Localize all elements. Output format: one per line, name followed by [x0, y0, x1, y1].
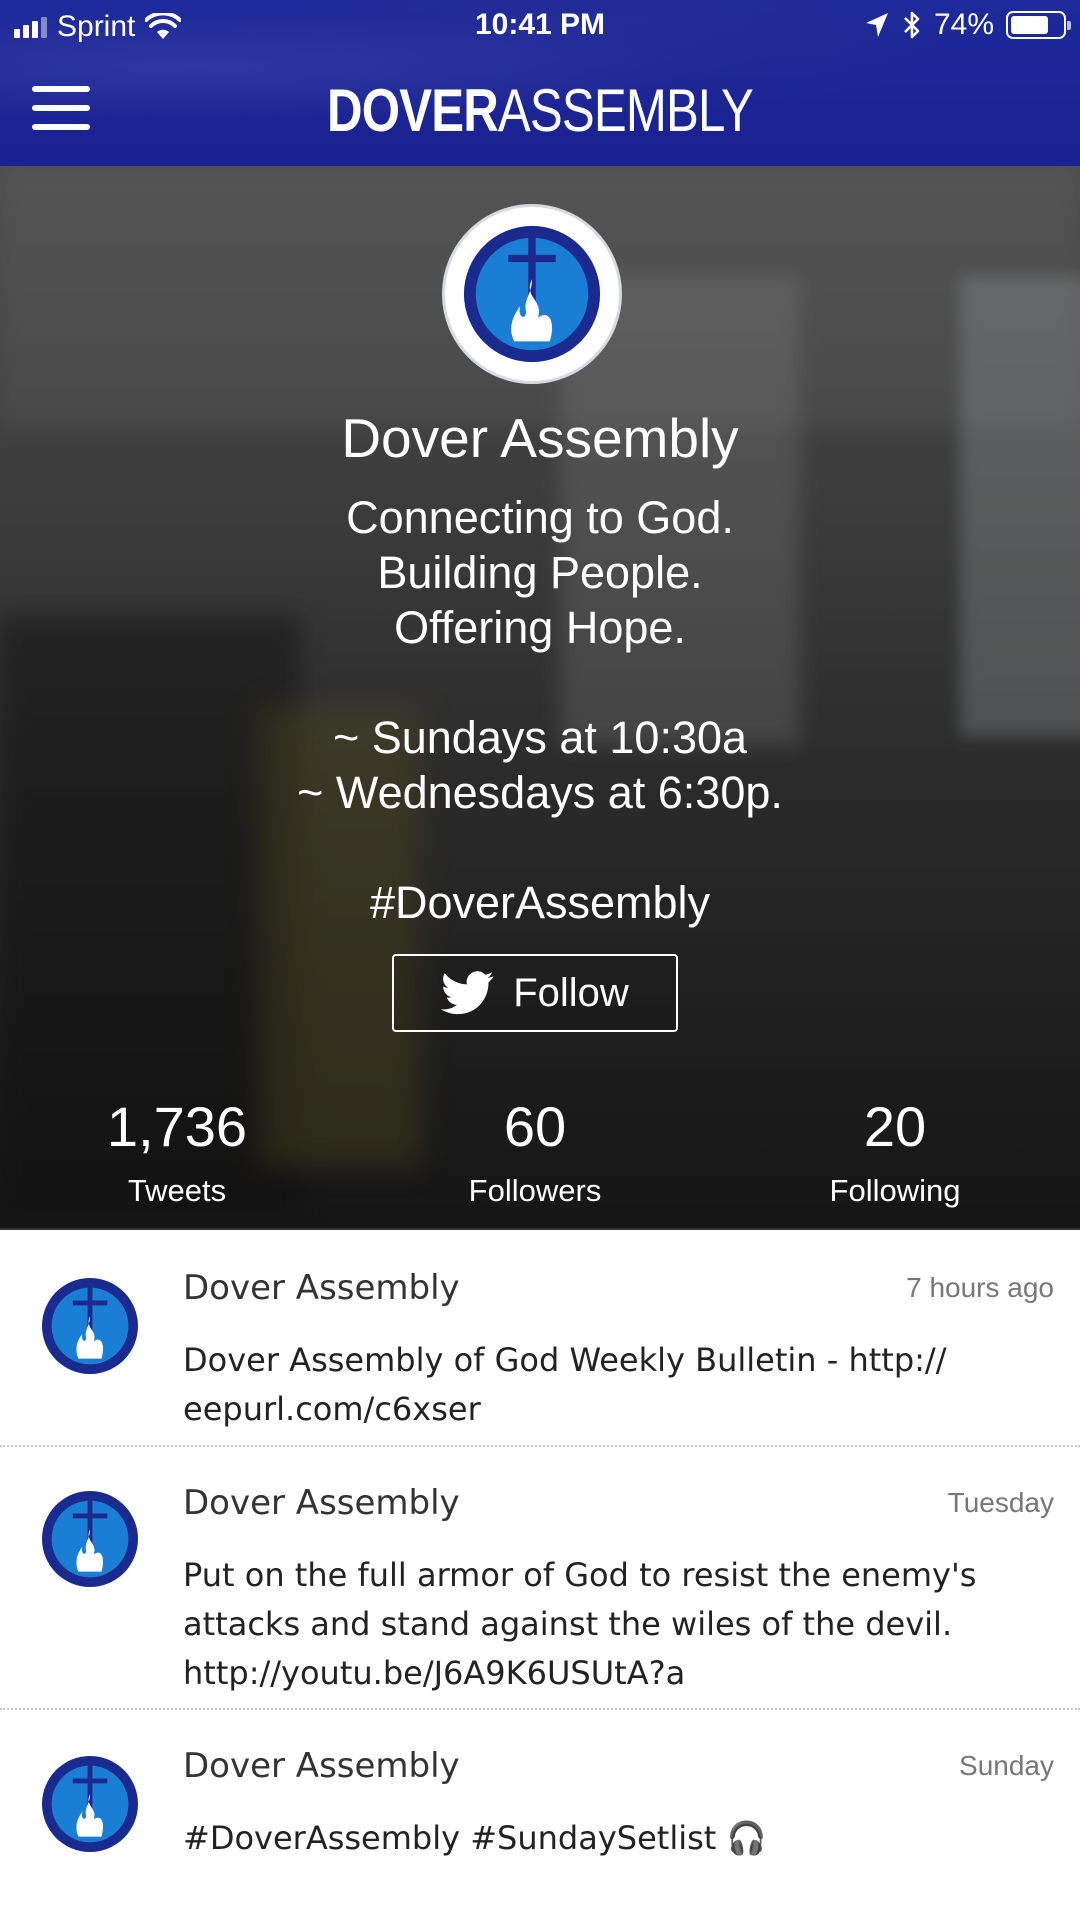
church-logo-icon	[43, 1492, 137, 1586]
tweet-author[interactable]: Dover Assembly	[183, 1268, 460, 1308]
stat-label: Following	[829, 1173, 961, 1208]
tweet-text-line[interactable]: Dover Assembly of God Weekly Bulletin - …	[183, 1336, 1043, 1385]
brand-bold: DOVER	[327, 77, 499, 144]
stat-label: Tweets	[127, 1173, 227, 1208]
location-icon	[865, 13, 888, 37]
tweet-time: Sunday	[959, 1750, 1054, 1781]
church-logo-icon	[463, 225, 601, 363]
battery-percent: 74%	[933, 8, 994, 41]
follow-label: Follow	[513, 970, 629, 1015]
profile-bio: Connecting to God. Building People. Offe…	[0, 490, 1080, 930]
tweet-author[interactable]: Dover Assembly	[183, 1483, 460, 1523]
tweet-text-line: Put on the full armor of God to resist t…	[183, 1556, 977, 1594]
profile-name: Dover Assembly	[341, 407, 739, 469]
tweet-author[interactable]: Dover Assembly	[183, 1746, 460, 1786]
stat-following[interactable]: 20 Following	[745, 1094, 1045, 1209]
stat-tweets[interactable]: 1,736 Tweets	[27, 1094, 327, 1209]
status-right: 74%	[864, 8, 1071, 42]
tweet-text: Put on the full armor of God to resist t…	[183, 1551, 1043, 1698]
brand-light: ASSEMBLY	[497, 77, 754, 144]
church-logo-icon	[43, 1757, 137, 1851]
profile-hashtag[interactable]: #DoverAssembly	[0, 875, 1080, 930]
profile-header: Dover Assembly Connecting to God. Buildi…	[0, 166, 1080, 1228]
tweet-text-line[interactable]: #DoverAssembly #SundaySetlist 🎧	[183, 1814, 1043, 1863]
app-brand-title: DOVERASSEMBLY	[97, 76, 983, 145]
bio-line: ~ Sundays at 10:30a	[332, 712, 748, 763]
bio-line	[0, 655, 1080, 710]
tweet-text-line: attacks and stand against the wiles of t…	[183, 1605, 953, 1643]
bio-line: Offering Hope.	[394, 602, 686, 653]
bio-line: Connecting to God.	[346, 492, 734, 543]
status-bar: Sprint 10:41 PM 74%	[0, 0, 1080, 54]
follow-button[interactable]: Follow	[392, 954, 678, 1032]
tweet-text-line[interactable]: eepurl.com/c6xser	[183, 1385, 1043, 1434]
tweet-text: Dover Assembly of God Weekly Bulletin - …	[183, 1336, 1043, 1434]
profile-avatar[interactable]	[442, 204, 622, 384]
stat-value: 20	[863, 1095, 927, 1158]
tweet-feed[interactable]: Dover Assembly 7 hours ago Dover Assembl…	[0, 1228, 1080, 1920]
tweet-time: Tuesday	[947, 1487, 1054, 1518]
bio-line	[0, 820, 1080, 875]
tweet-text: #DoverAssembly #SundaySetlist 🎧	[183, 1814, 1043, 1863]
stat-value: 60	[503, 1095, 567, 1158]
tweet-avatar[interactable]	[42, 1756, 138, 1852]
church-logo-icon	[43, 1279, 137, 1373]
stat-label: Followers	[468, 1173, 602, 1208]
tweet-divider	[0, 1708, 1080, 1710]
menu-icon[interactable]	[32, 86, 92, 130]
top-bar: Sprint 10:41 PM 74% DOVERASSEMBLY	[0, 0, 1080, 166]
stat-value: 1,736	[106, 1095, 248, 1158]
twitter-bird-icon	[441, 971, 494, 1015]
bio-line: Building People.	[377, 547, 703, 598]
bio-line: ~ Wednesdays at 6:30p.	[297, 767, 783, 818]
tweet-avatar[interactable]	[42, 1491, 138, 1587]
tweet-time: 7 hours ago	[906, 1272, 1054, 1303]
battery-icon	[1006, 11, 1071, 39]
tweet-avatar[interactable]	[42, 1278, 138, 1374]
tweet-divider	[0, 1445, 1080, 1447]
bluetooth-icon	[904, 11, 920, 39]
tweet-text-line[interactable]: http://youtu.be/J6A9K6USUtA?a	[183, 1649, 1043, 1698]
stat-followers[interactable]: 60 Followers	[385, 1094, 685, 1209]
